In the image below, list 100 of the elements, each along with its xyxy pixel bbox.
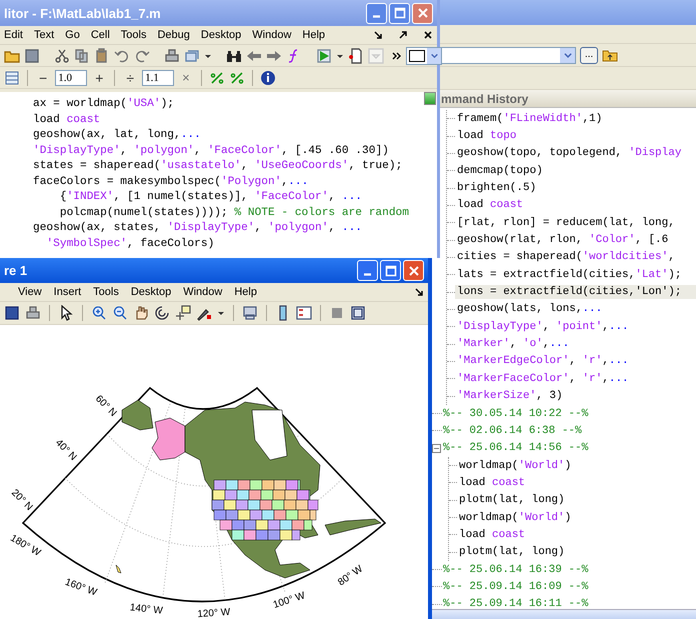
link-plot-icon[interactable] [242, 305, 258, 321]
session-header[interactable]: %-- 30.05.14 10:22 --% [442, 408, 588, 420]
hide-tools-icon[interactable] [329, 305, 345, 321]
print-icon[interactable] [164, 48, 180, 64]
undock-icon[interactable] [373, 30, 383, 40]
copy-icon[interactable] [74, 48, 90, 64]
cell-icon[interactable] [4, 70, 20, 86]
history-command[interactable]: 'MarkerEdgeColor', 'r',... [455, 354, 696, 368]
session-header[interactable]: %-- 02.06.14 6:38 --% [442, 424, 582, 437]
maximize-button[interactable] [389, 2, 410, 24]
code-editor[interactable] [0, 89, 437, 258]
multiply-button[interactable]: × [178, 70, 194, 84]
menu-item[interactable]: Tools [93, 286, 119, 298]
longitude-label: 160° W [64, 576, 98, 598]
data-cursor-icon[interactable] [175, 305, 191, 321]
menu-item[interactable]: Insert [54, 286, 82, 298]
save-icon[interactable] [24, 48, 40, 64]
history-command[interactable]: geoshow(topo, topolegend, 'Display [455, 146, 696, 160]
code-line: 'DisplayType', 'polygon', 'FaceColor', [.45 .60 .30]) [33, 144, 389, 158]
history-command[interactable]: [rlat, rlon] = reducem(lat, long, [455, 216, 696, 230]
divide-value-field[interactable]: 1.1 [142, 70, 174, 86]
history-command[interactable]: load topo [455, 129, 696, 144]
menu-item[interactable]: Edit [4, 29, 23, 41]
longitude-label: 140° W [129, 602, 164, 617]
window-layout-dropdown[interactable] [406, 46, 442, 64]
menu-item[interactable]: Cell [90, 29, 110, 41]
close-icon [416, 7, 428, 19]
horizontal-scrollbar[interactable] [432, 609, 696, 619]
code-line: faceColors = makesymbolspec('Polygon',... [33, 174, 308, 190]
browse-button[interactable]: ... [580, 46, 598, 64]
history-command[interactable]: 'Marker', 'o',... [455, 337, 696, 352]
menu-item[interactable]: Desktop [200, 29, 242, 41]
minimize-button[interactable] [366, 2, 387, 24]
divide-button[interactable]: ÷ [122, 70, 138, 84]
menu-item[interactable]: Tools [120, 29, 146, 41]
history-command[interactable]: 'DisplayType', 'point',... [455, 320, 696, 334]
history-command[interactable]: geoshow(rlat, rlon, 'Color', [.6 [455, 233, 696, 248]
menu-item[interactable]: Window [183, 286, 222, 298]
longitude-label: 80° W [336, 564, 365, 588]
history-command[interactable]: 'MarkerFaceColor', 'r',... [455, 372, 696, 386]
dock-icon[interactable] [398, 30, 408, 40]
session-header[interactable]: %-- 25.06.14 14:56 --% [442, 442, 588, 454]
history-command[interactable]: cities = shaperead('worldcities', [455, 250, 696, 264]
breakpoint-document-icon[interactable] [348, 48, 364, 64]
collapse-icon[interactable] [432, 444, 441, 453]
close-icon[interactable] [423, 30, 433, 40]
history-command[interactable]: lons = extractfield(cities,'Lon'); [455, 285, 696, 300]
minimize-button[interactable] [357, 260, 378, 281]
undock-icon[interactable] [414, 287, 424, 297]
menu-item[interactable]: Help [234, 286, 257, 298]
history-command[interactable]: brighten(.5) [455, 181, 696, 196]
menu-item[interactable]: Help [302, 29, 326, 41]
window-title: litor - F:\MatLab\lab1_7.m [4, 6, 162, 20]
code-line: 'SymbolSpec', faceColors) [45, 236, 214, 252]
session-header[interactable]: %-- 25.09.14 16:11 --% [442, 598, 588, 609]
legend-icon[interactable] [296, 305, 312, 321]
menu-item[interactable]: Text [34, 29, 54, 41]
menu-item[interactable]: Debug [157, 29, 190, 41]
close-button[interactable] [412, 2, 433, 24]
history-command[interactable]: demcmap(topo) [455, 164, 696, 178]
code-line: geoshow(ax, lat, long,... [33, 128, 201, 143]
increment-button[interactable]: + [91, 70, 108, 84]
info-icon[interactable] [260, 70, 276, 86]
rotate-icon[interactable] [154, 305, 170, 321]
menu-item[interactable]: Desktop [130, 286, 172, 298]
history-command[interactable]: geoshow(lats, lons,... [455, 302, 696, 316]
save-icon[interactable] [4, 305, 20, 321]
menu-item[interactable]: View [18, 286, 42, 298]
history-command[interactable]: plotm(lat, long) [457, 493, 696, 508]
show-tools-icon[interactable] [350, 305, 366, 321]
history-command[interactable]: plotm(lat, long) [457, 545, 696, 560]
menu-item[interactable]: Window [252, 29, 292, 41]
latitude-label: 60° N [93, 393, 119, 419]
maximize-button[interactable] [380, 260, 401, 281]
zoom-out-icon[interactable] [112, 305, 128, 321]
decrement-button[interactable]: − [35, 70, 52, 84]
session-header[interactable]: %-- 25.06.14 16:39 --% [442, 564, 588, 576]
decrement-value-field[interactable]: 1.0 [55, 70, 88, 86]
chevron-icon[interactable] [392, 50, 402, 60]
history-command[interactable]: load coast [457, 528, 696, 542]
print-icon[interactable] [25, 305, 41, 321]
history-command[interactable]: worldmap('World') [457, 458, 696, 473]
menu-item[interactable]: Go [65, 29, 80, 41]
cell-percent-down-icon[interactable] [228, 70, 245, 86]
close-button[interactable] [403, 260, 424, 281]
latitude-label: 20° N [9, 487, 35, 513]
close-icon [408, 264, 420, 276]
cut-icon[interactable] [54, 48, 70, 64]
history-command[interactable]: lats = extractfield(cities,'Lat'); [455, 268, 696, 282]
maximize-icon [384, 264, 396, 276]
history-command[interactable]: worldmap('World') [457, 510, 696, 525]
session-header[interactable]: %-- 25.09.14 16:09 --% [442, 580, 588, 593]
history-command[interactable]: framem('FLineWidth',1) [455, 112, 696, 126]
history-command[interactable]: load coast [457, 476, 696, 490]
cell-percent-up-icon[interactable] [208, 70, 225, 86]
history-command[interactable]: load coast [455, 198, 696, 212]
zoom-in-icon[interactable] [91, 305, 107, 321]
code-line: ax = worldmap('USA'); [33, 97, 174, 112]
panel-title: mmand History [441, 92, 528, 106]
history-command[interactable]: 'MarkerSize', 3) [455, 389, 696, 404]
